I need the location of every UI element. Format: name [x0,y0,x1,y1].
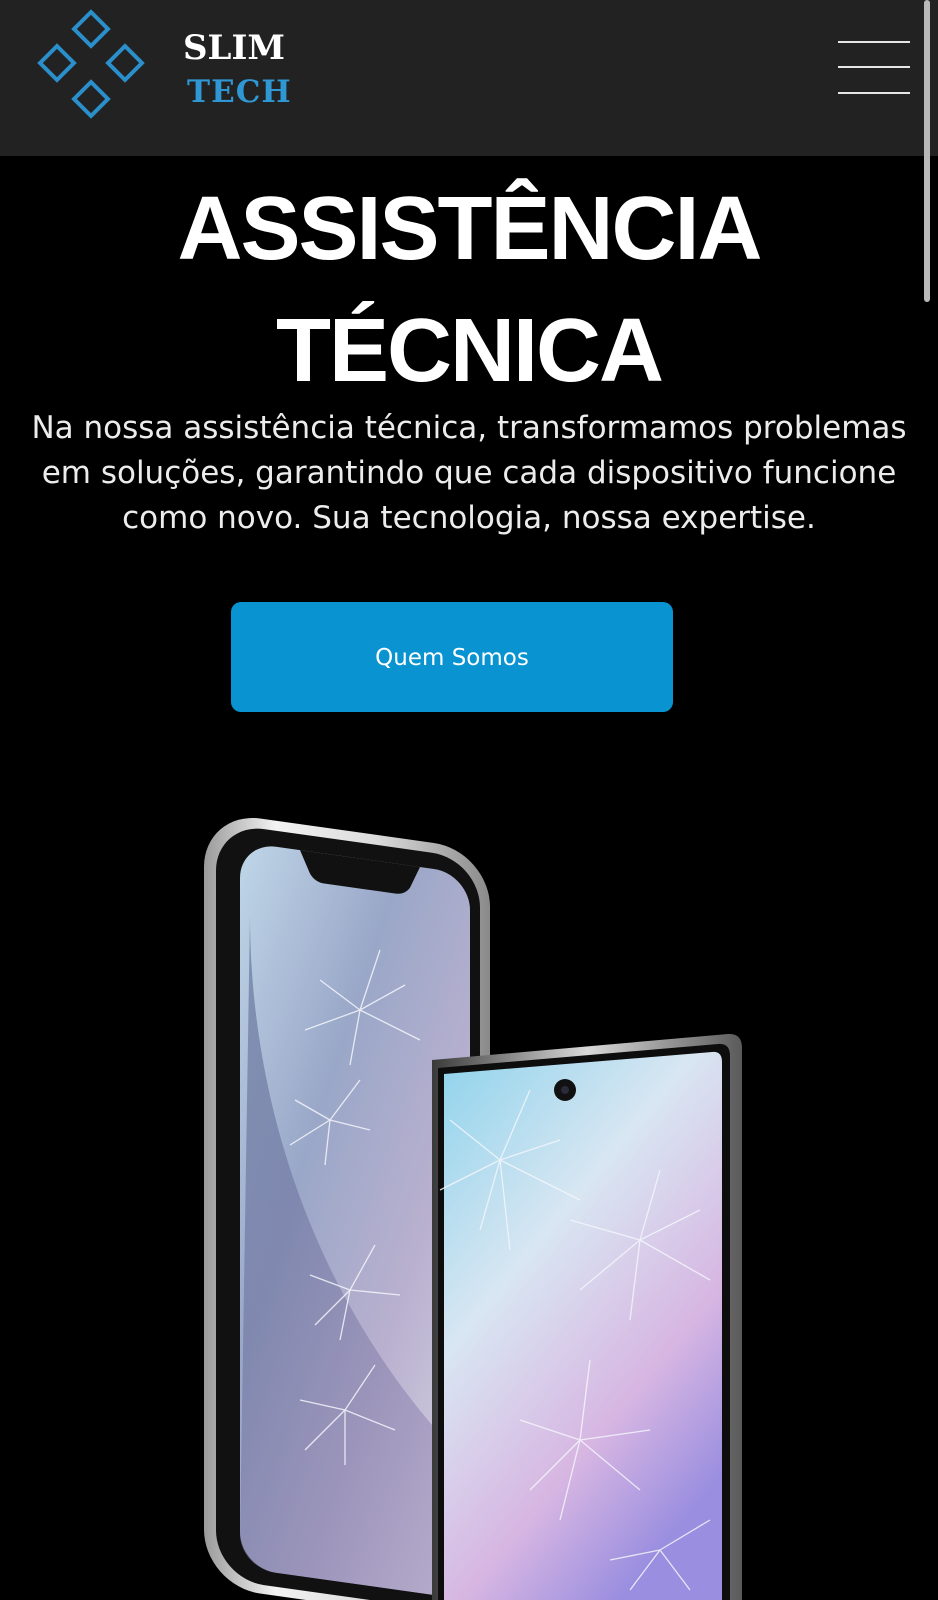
hamburger-menu-icon[interactable] [838,38,910,98]
site-header: SLIM TECH [0,0,938,156]
menu-bar-top [838,41,910,43]
hero-title-line-2: TÉCNICA [276,301,664,401]
brand-line-1: SLIM [183,28,285,68]
page: SLIM TECH ASSISTÊNCIA TÉCNICA Na nossa a… [0,0,938,1600]
menu-bar-middle [838,66,910,68]
about-us-button[interactable]: Quem Somos [231,602,673,712]
phone-right [432,1033,742,1600]
brand-name[interactable]: SLIM TECH [183,26,292,114]
cracked-phones-image [204,817,742,1600]
hero-title: ASSISTÊNCIA TÉCNICA [0,168,938,412]
hero-title-line-1: ASSISTÊNCIA [177,179,762,279]
brand-line-2: TECH [187,74,292,110]
logo-icon[interactable] [30,8,152,124]
menu-bar-bottom [838,92,910,94]
hero-description: Na nossa assistência técnica, transforma… [31,410,907,536]
